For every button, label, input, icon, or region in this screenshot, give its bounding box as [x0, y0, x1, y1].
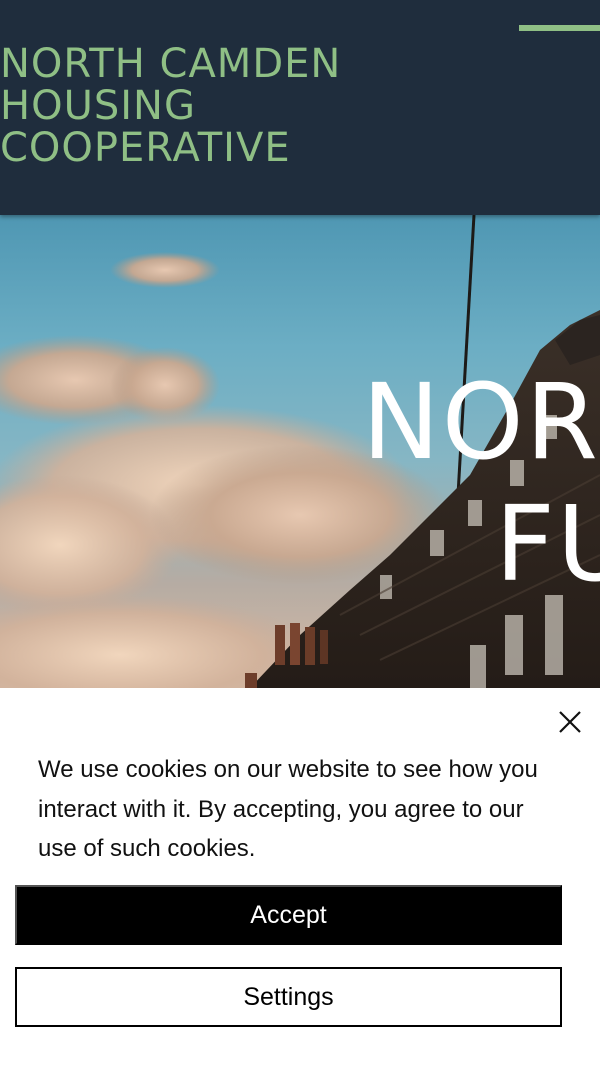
hero-title-line-1: NOR [362, 361, 600, 483]
brand-line-2: HOUSING [0, 83, 196, 129]
cookie-banner: We use cookies on our website to see how… [0, 688, 600, 1065]
hamburger-menu-icon[interactable] [519, 25, 600, 31]
site-logo-link[interactable]: NORTH CAMDEN HOUSING COOPERATIVE [0, 43, 341, 169]
close-icon[interactable] [552, 704, 588, 740]
hero-title-line-2: FU [495, 483, 600, 605]
brand-line-3: COOPERATIVE [0, 125, 291, 171]
hero-section: NOR FU [0, 215, 600, 688]
accept-button[interactable]: Accept [15, 885, 562, 945]
settings-button[interactable]: Settings [15, 967, 562, 1027]
site-header: NORTH CAMDEN HOUSING COOPERATIVE [0, 0, 600, 215]
brand-line-1: NORTH CAMDEN [0, 41, 342, 87]
cookie-message: We use cookies on our website to see how… [38, 756, 538, 862]
